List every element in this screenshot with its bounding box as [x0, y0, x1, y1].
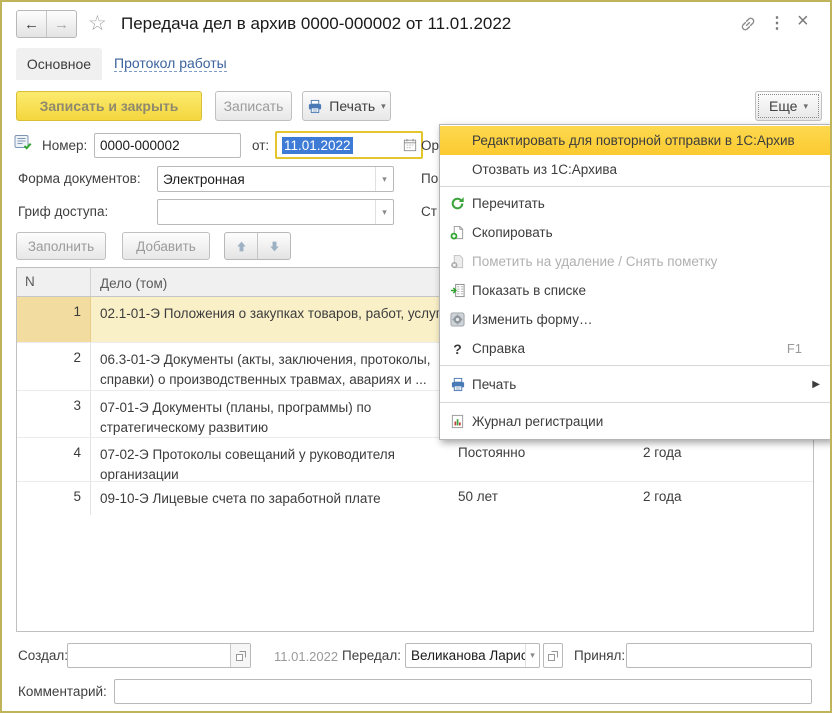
save-and-close-button[interactable]: Записать и закрыть	[16, 91, 202, 121]
menu-item-mark-deletion: Пометить на удаление / Снять пометку	[440, 247, 830, 276]
field2-label-cut: По	[421, 171, 439, 186]
date-input[interactable]: 11.01.2022	[275, 131, 423, 159]
mark-deletion-icon	[451, 254, 464, 269]
printer-icon	[451, 377, 465, 391]
copy-icon	[450, 225, 464, 240]
add-button[interactable]: Добавить	[122, 232, 210, 260]
print-button[interactable]: Печать ▾	[302, 91, 391, 121]
more-actions-button[interactable]: Еще ▾	[755, 91, 822, 121]
doc-form-label: Форма документов:	[18, 171, 141, 186]
change-form-icon	[450, 312, 465, 327]
doc-form-combo[interactable]: Электронная ▾	[157, 166, 394, 192]
number-input[interactable]	[94, 133, 241, 158]
comment-input[interactable]	[114, 679, 812, 704]
arrow-down-icon	[269, 241, 279, 251]
received-label: Принял:	[574, 648, 626, 663]
move-down-button[interactable]	[257, 233, 290, 259]
forward-icon: →	[54, 15, 69, 33]
link-icon	[741, 17, 755, 31]
open-icon	[548, 650, 558, 661]
tab-protocol[interactable]: Протокол работы	[114, 55, 227, 73]
save-and-close-label: Записать и закрыть	[39, 98, 179, 114]
back-button[interactable]: ←	[17, 11, 46, 37]
fill-label: Заполнить	[27, 238, 95, 254]
close-window-button[interactable]: ×	[797, 10, 809, 33]
document-written-icon	[14, 134, 33, 156]
menu-item-copy[interactable]: Скопировать	[440, 218, 830, 247]
star-icon: ☆	[88, 12, 107, 35]
save-button[interactable]: Записать	[215, 91, 292, 121]
org-label-cut: Ор	[421, 138, 439, 153]
favorite-star-button[interactable]: ☆	[88, 11, 107, 36]
passed-value: Великанова Лариса	[411, 648, 526, 663]
menu-item-edit-resend[interactable]: Редактировать для повторной отправки в 1…	[440, 126, 830, 155]
number-label: Номер:	[42, 138, 88, 153]
more-actions-menu: Редактировать для повторной отправки в 1…	[439, 124, 830, 440]
created-label: Создал:	[18, 648, 69, 663]
close-icon: ×	[797, 10, 809, 32]
help-icon: ?	[453, 340, 462, 357]
copy-link-button[interactable]	[739, 15, 757, 38]
menu-item-reread[interactable]: Перечитать	[440, 189, 830, 218]
date-selected-text: 11.01.2022	[282, 136, 353, 154]
forward-button[interactable]: →	[46, 11, 76, 37]
save-label: Записать	[223, 98, 284, 114]
field3-label-cut: Ст	[421, 204, 437, 219]
created-input[interactable]	[67, 643, 251, 668]
calendar-icon[interactable]	[403, 138, 417, 152]
table-row[interactable]: 4 07-02-Э Протоколы совещаний у руководи…	[17, 438, 813, 482]
chevron-down-icon: ▾	[382, 173, 387, 184]
grif-combo[interactable]: ▾	[157, 199, 394, 225]
chevron-down-icon: ▾	[803, 100, 809, 111]
passed-open-button[interactable]	[543, 643, 563, 668]
fill-button[interactable]: Заполнить	[16, 232, 106, 260]
chevron-down-icon: ▾	[530, 650, 535, 660]
tab-main-label: Основное	[26, 56, 92, 72]
menu-separator	[440, 186, 830, 187]
created-date: 11.01.2022	[274, 649, 339, 664]
show-in-list-icon	[450, 283, 465, 298]
received-input[interactable]	[626, 643, 812, 668]
page-title: Передача дел в архив 0000-000002 от 11.0…	[121, 14, 512, 33]
comment-label: Комментарий:	[18, 684, 107, 699]
col-header-delo[interactable]: Дело (том)	[91, 268, 445, 296]
date-label: от:	[252, 138, 270, 153]
chevron-down-icon: ▾	[381, 100, 386, 111]
menu-shortcut: F1	[786, 341, 802, 356]
menu-separator	[440, 402, 830, 403]
arrow-up-icon	[236, 241, 246, 251]
tab-main[interactable]: Основное	[16, 48, 102, 80]
table-row[interactable]: 5 09-10-Э Лицевые счета по заработной пл…	[17, 482, 813, 515]
add-label: Добавить	[136, 238, 196, 254]
more-window-menu-button[interactable]: ⋮	[769, 13, 785, 33]
created-open-button[interactable]	[230, 644, 250, 667]
refresh-icon	[451, 197, 464, 210]
move-up-button[interactable]	[225, 233, 257, 259]
event-log-icon	[451, 414, 464, 428]
nav-button-group: ← →	[16, 10, 77, 38]
open-icon	[235, 650, 246, 661]
menu-item-change-form[interactable]: Изменить форму…	[440, 305, 830, 334]
printer-icon	[309, 99, 322, 113]
move-row-group	[224, 232, 291, 260]
kebab-icon: ⋮	[769, 15, 785, 32]
menu-separator	[440, 365, 830, 366]
grif-label: Гриф доступа:	[18, 204, 109, 219]
submenu-arrow-icon: ▶	[812, 378, 820, 390]
menu-item-event-log[interactable]: Журнал регистрации	[440, 405, 830, 437]
menu-item-help[interactable]: ? Справка F1	[440, 334, 830, 363]
tab-protocol-label: Протокол работы	[114, 55, 227, 72]
menu-item-show-in-list[interactable]: Показать в списке	[440, 276, 830, 305]
document-window: ← → ☆ Передача дел в архив 0000-000002 о…	[0, 0, 832, 713]
doc-form-value: Электронная	[163, 171, 245, 187]
chevron-down-icon: ▾	[382, 206, 387, 217]
back-icon: ←	[24, 15, 39, 33]
more-actions-label: Еще	[768, 98, 798, 114]
menu-item-recall[interactable]: Отозвать из 1С:Архива	[440, 155, 830, 184]
menu-item-print[interactable]: Печать ▶	[440, 368, 830, 400]
passed-combo[interactable]: Великанова Лариса ▾	[405, 643, 540, 668]
passed-label: Передал:	[342, 648, 401, 663]
print-label: Печать	[329, 98, 376, 114]
col-header-n[interactable]: N	[17, 268, 91, 296]
